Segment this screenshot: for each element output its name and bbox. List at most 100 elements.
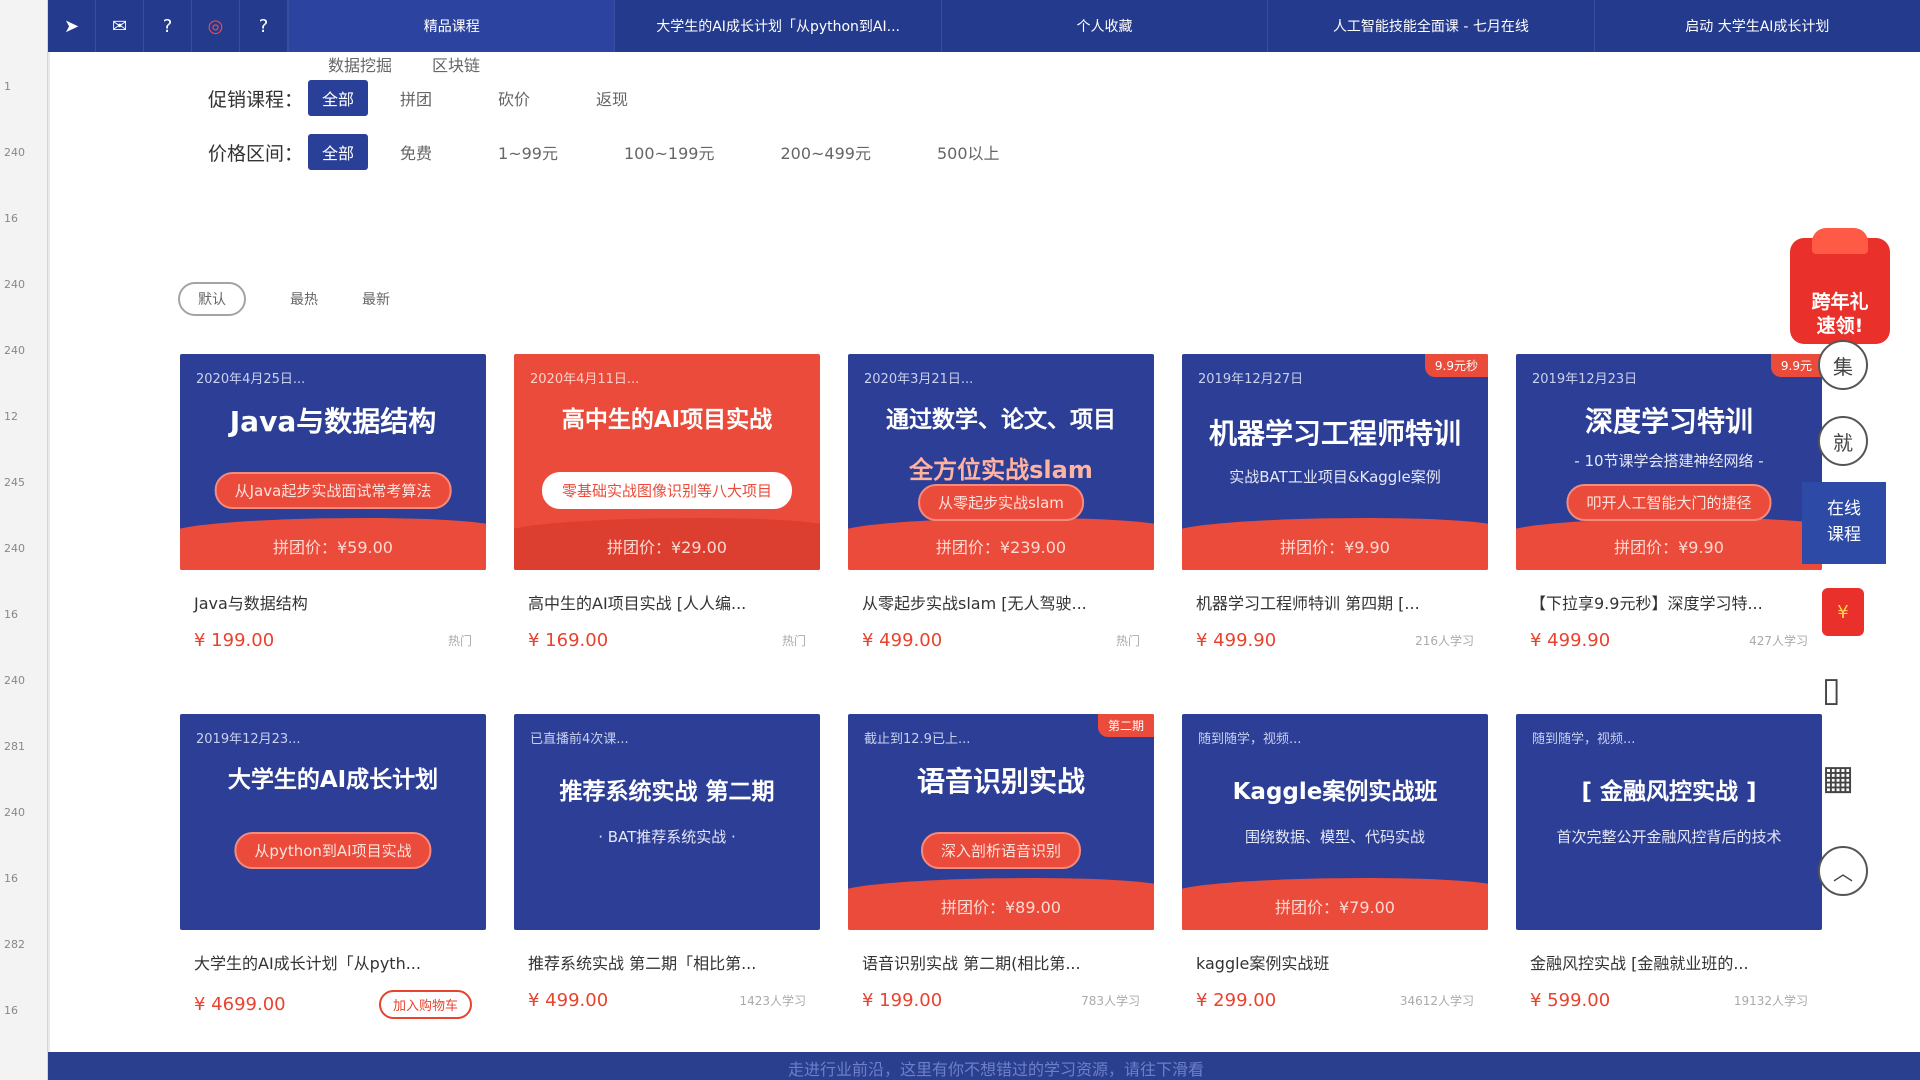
- gift-bow-icon: [1812, 228, 1868, 254]
- qr-code-icon[interactable]: ▦: [1822, 758, 1854, 798]
- banner-date: 2020年4月25日...: [196, 372, 306, 387]
- banner-title: 推荐系统实战 第二期: [559, 779, 775, 805]
- ruler-tick: 1: [4, 80, 11, 93]
- price-filter-label: 价格区间：: [208, 142, 304, 165]
- back-to-top-icon[interactable]: ︿: [1818, 846, 1868, 896]
- course-banner[interactable]: 随到随学，视频... [ 金融风控实战 ] 首次完整公开金融风控背后的技术: [1516, 714, 1822, 930]
- course-banner[interactable]: 9.9元 2019年12月23日 深度学习特训 - 10节课学会搭建神经网络 - 叩开人…: [1516, 354, 1822, 570]
- gift-label-line1: 跨年礼: [1811, 291, 1869, 313]
- ruler-tick: 16: [4, 1004, 18, 1017]
- course-card[interactable]: 2020年3月21日... 通过数学、论文、项目 全方位实战slam 从零起步实战sl…: [848, 354, 1154, 651]
- category-blockchain[interactable]: 区块链: [432, 52, 480, 76]
- price-option-100-199[interactable]: 100~199元: [610, 134, 729, 170]
- online-tab-line2: 课程: [1827, 525, 1861, 545]
- course-learners-count: 216人学习: [1415, 634, 1474, 648]
- course-title[interactable]: Java与数据结构: [180, 590, 486, 614]
- category-data-mining[interactable]: 数据挖掘: [328, 52, 392, 76]
- gift-label-line2: 速领!: [1816, 315, 1864, 337]
- question-icon[interactable]: ?: [144, 0, 192, 52]
- banner-title: Kaggle案例实战班: [1232, 779, 1438, 805]
- course-title[interactable]: 【下拉享9.9元秒】深度学习特...: [1516, 590, 1822, 614]
- course-banner[interactable]: 2020年4月25日... Java与数据结构 从Java起步实战面试常考算法 拼团价…: [180, 354, 486, 570]
- course-price: ¥ 299.00: [1196, 990, 1277, 1011]
- add-to-cart-button[interactable]: 加入购物车: [378, 990, 472, 1019]
- banner-slogan-pill: 从Java起步实战面试常考算法: [214, 472, 452, 509]
- course-footer: ¥ 499.00 1423人学习: [514, 990, 820, 1011]
- course-card[interactable]: 2020年4月25日... Java与数据结构 从Java起步实战面试常考算法拼团价…: [180, 354, 486, 651]
- sort-hottest[interactable]: 最热: [290, 289, 318, 309]
- promo-filter-row: 促销课程： 全部 拼团 砍价 返现: [208, 80, 680, 116]
- red-packet-icon[interactable]: ¥: [1822, 588, 1864, 636]
- banner-date: 2019年12月27日: [1198, 372, 1304, 387]
- sidebar-employment-button[interactable]: 就: [1818, 416, 1868, 466]
- course-banner[interactable]: 9.9元秒 2019年12月27日 机器学习工程师特训 实战BAT工业项目&Kaggl…: [1182, 354, 1488, 570]
- course-price: ¥ 499.00: [528, 990, 609, 1011]
- course-title[interactable]: 高中生的AI项目实战 [人人编...: [514, 590, 820, 614]
- course-card[interactable]: 随到随学，视频... Kaggle案例实战班 围绕数据、模型、代码实战 拼团价：¥79…: [1182, 714, 1488, 1011]
- tab-featured-courses[interactable]: 精品课程: [288, 0, 615, 52]
- course-footer: ¥ 499.90 427人学习: [1516, 630, 1822, 651]
- cursor-icon[interactable]: ➤: [48, 0, 96, 52]
- tab-college-ai-plan[interactable]: 大学生的AI成长计划「从python到AI...: [614, 0, 940, 52]
- price-filter-row: 价格区间： 全部 免费 1~99元 100~199元 200~499元 500以…: [208, 134, 1052, 170]
- sort-newest[interactable]: 最新: [362, 289, 390, 309]
- course-banner[interactable]: 第二期 截止到12.9已上... 语音识别实战 深入剖析语音识别 拼团价：¥89.00: [848, 714, 1154, 930]
- course-title[interactable]: 金融风控实战 [金融就业班的...: [1516, 950, 1822, 974]
- course-banner[interactable]: 2019年12月23... 大学生的AI成长计划 从python到AI项目实战: [180, 714, 486, 930]
- course-card[interactable]: 9.9元 2019年12月23日 深度学习特训 - 10节课学会搭建神经网络 - 叩开人…: [1516, 354, 1822, 651]
- promo-option-all[interactable]: 全部: [308, 80, 369, 116]
- tab-launch-plan[interactable]: 启动 大学生AI成长计划: [1593, 0, 1920, 52]
- help-icon[interactable]: ?: [240, 0, 288, 52]
- course-banner[interactable]: 已直播前4次课... 推荐系统实战 第二期 · BAT推荐系统实战 ·: [514, 714, 820, 930]
- ruler-tick: 240: [4, 146, 25, 159]
- course-footer: ¥ 199.00 783人学习: [848, 990, 1154, 1011]
- tab-ai-skills[interactable]: 人工智能技能全面课 - 七月在线: [1267, 0, 1593, 52]
- course-list-page: 数据挖掘 区块链 促销课程： 全部 拼团 砍价 返现 价格区间： 全部 免费 1…: [50, 52, 1920, 1052]
- course-footer: ¥ 4699.00 加入购物车: [180, 990, 486, 1019]
- course-title[interactable]: kaggle案例实战班: [1182, 950, 1488, 974]
- price-option-500-plus[interactable]: 500以上: [923, 134, 1014, 170]
- promo-option-bargain[interactable]: 砍价: [484, 80, 544, 116]
- course-banner[interactable]: 随到随学，视频... Kaggle案例实战班 围绕数据、模型、代码实战 拼团价：¥79…: [1182, 714, 1488, 930]
- mail-icon[interactable]: ✉: [96, 0, 144, 52]
- price-option-free[interactable]: 免费: [386, 134, 446, 170]
- course-banner[interactable]: 2020年3月21日... 通过数学、论文、项目 全方位实战slam 从零起步实战sl…: [848, 354, 1154, 570]
- course-banner[interactable]: 2020年4月11日... 高中生的AI项目实战 零基础实战图像识别等八大项目 拼团价…: [514, 354, 820, 570]
- course-card[interactable]: 随到随学，视频... [ 金融风控实战 ] 首次完整公开金融风控背后的技术金融风控实…: [1516, 714, 1822, 1011]
- sidebar-collect-button[interactable]: 集: [1818, 340, 1868, 390]
- course-title[interactable]: 语音识别实战 第二期(相比第...: [848, 950, 1154, 974]
- course-price: ¥ 4699.00: [194, 994, 286, 1015]
- price-option-200-499[interactable]: 200~499元: [766, 134, 885, 170]
- course-card[interactable]: 第二期 截止到12.9已上... 语音识别实战 深入剖析语音识别 拼团价：¥89.00 语…: [848, 714, 1154, 1011]
- price-option-all[interactable]: 全部: [308, 134, 369, 170]
- course-title[interactable]: 机器学习工程师特训 第四期 [...: [1182, 590, 1488, 614]
- course-card[interactable]: 2019年12月23... 大学生的AI成长计划 从python到AI项目实战大学生…: [180, 714, 486, 1019]
- promo-option-cashback[interactable]: 返现: [582, 80, 642, 116]
- new-year-gift-button[interactable]: 跨年礼 速领!: [1790, 228, 1890, 344]
- banner-slogan-pill: 叩开人工智能大门的捷径: [1566, 484, 1772, 521]
- course-price: ¥ 199.00: [862, 990, 943, 1011]
- mobile-phone-icon[interactable]: ▯: [1822, 670, 1841, 710]
- sort-default[interactable]: 默认: [178, 282, 246, 316]
- course-card[interactable]: 9.9元秒 2019年12月27日 机器学习工程师特训 实战BAT工业项目&Kaggl…: [1182, 354, 1488, 651]
- tab-favorites[interactable]: 个人收藏: [940, 0, 1267, 52]
- ruler-tick: 12: [4, 410, 18, 423]
- course-title[interactable]: 大学生的AI成长计划「从pyth...: [180, 950, 486, 974]
- price-option-1-99[interactable]: 1~99元: [484, 134, 572, 170]
- banner-slogan-pill: 从python到AI项目实战: [234, 832, 432, 869]
- course-price: ¥ 599.00: [1530, 990, 1611, 1011]
- online-tab-line1: 在线: [1827, 499, 1861, 519]
- course-card[interactable]: 2020年4月11日... 高中生的AI项目实战 零基础实战图像识别等八大项目 拼团价…: [514, 354, 820, 651]
- banner-group-price: 拼团价：¥59.00: [273, 538, 393, 557]
- promo-option-group[interactable]: 拼团: [386, 80, 446, 116]
- online-courses-tab[interactable]: 在线 课程: [1802, 482, 1886, 564]
- course-title[interactable]: 推荐系统实战 第二期「相比第...: [514, 950, 820, 974]
- promo-filter-label: 促销课程：: [208, 88, 304, 111]
- record-icon[interactable]: ◎: [192, 0, 240, 52]
- banner-slogan-pill: 从零起步实战slam: [918, 484, 1084, 521]
- course-learners-count: 热门: [447, 634, 472, 648]
- course-learners-count: 34612人学习: [1399, 994, 1474, 1008]
- course-title[interactable]: 从零起步实战slam [无人驾驶...: [848, 590, 1154, 614]
- course-footer: ¥ 299.00 34612人学习: [1182, 990, 1488, 1011]
- course-card[interactable]: 已直播前4次课... 推荐系统实战 第二期 · BAT推荐系统实战 · 推荐系统实战 …: [514, 714, 820, 1011]
